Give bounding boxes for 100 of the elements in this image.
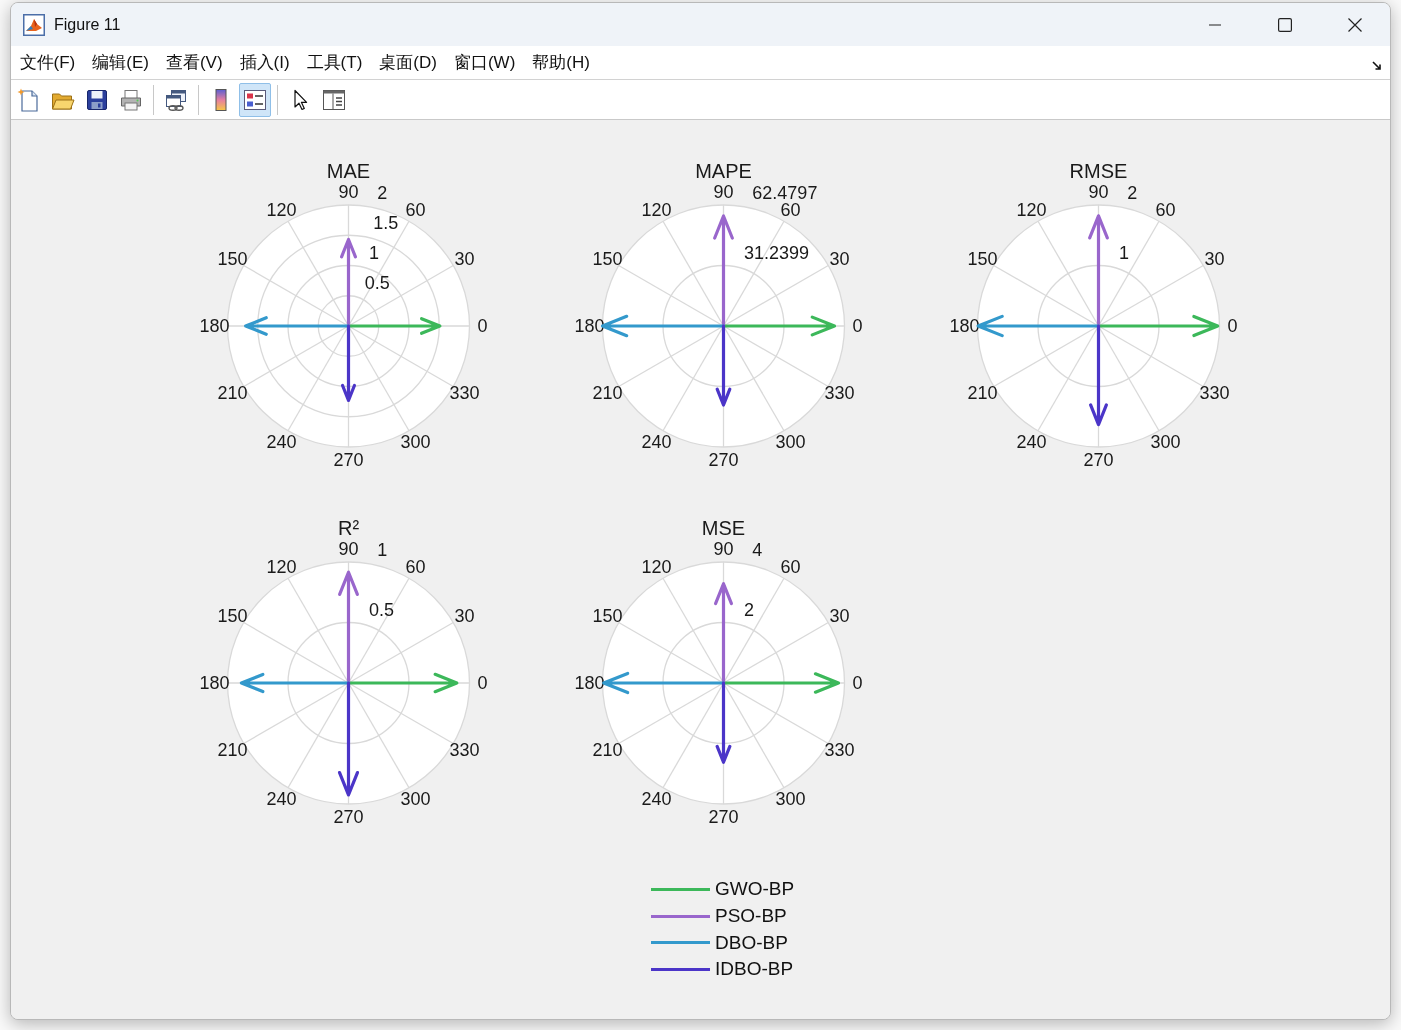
legend-label: DBO-BP (715, 931, 788, 954)
angle-label: 0 (477, 673, 488, 693)
angle-label: 120 (641, 199, 672, 220)
angle-label: 60 (405, 556, 426, 577)
angle-label: 330 (824, 740, 855, 760)
angle-label: 30 (829, 249, 850, 269)
chart-title: MAE (326, 160, 371, 182)
angle-label: 90 (713, 182, 734, 202)
angle-label: 120 (266, 199, 297, 220)
menu-item[interactable]: 文件(F) (11, 49, 84, 76)
angle-label: 0 (477, 316, 488, 336)
angle-label: 180 (574, 673, 605, 693)
radius-label: 0.5 (368, 600, 394, 621)
angle-label: 0 (1227, 316, 1238, 336)
radius-label: 1 (1118, 243, 1129, 264)
angle-label: 60 (1155, 199, 1176, 220)
angle-label: 270 (333, 807, 364, 827)
angle-label: 90 (1088, 182, 1109, 202)
angle-label: 330 (449, 740, 480, 760)
save-icon (85, 87, 109, 112)
angle-label: 300 (400, 432, 431, 453)
angle-label: 180 (574, 316, 605, 336)
linked-windows-icon (164, 87, 188, 112)
angle-label: 30 (829, 606, 850, 626)
angle-label: 180 (949, 316, 980, 336)
angle-label: 210 (592, 740, 623, 760)
radius-label: 1.5 (373, 213, 399, 234)
legend-label: PSO-BP (715, 905, 787, 928)
window-title: Figure 11 (54, 15, 121, 34)
chart-title: MSE (701, 517, 746, 539)
angle-label: 240 (266, 789, 297, 810)
radius-label: 0.5 (364, 273, 390, 294)
angle-label: 330 (1199, 383, 1230, 403)
menu-item[interactable]: 编辑(E) (83, 49, 158, 76)
angle-label: 150 (217, 606, 248, 626)
chart-title: RMSE (1069, 160, 1128, 182)
minimize-icon (1209, 23, 1221, 26)
angle-label: 0 (852, 316, 863, 336)
angle-label: 240 (266, 432, 297, 453)
menu-item[interactable]: 插入(I) (231, 49, 299, 76)
diagonal-arrow-icon[interactable] (1372, 60, 1382, 71)
peak-logo-icon (23, 13, 45, 36)
angle-label: 210 (967, 383, 998, 403)
angle-label: 30 (454, 606, 475, 626)
angle-label: 180 (199, 673, 230, 693)
radius-label: 2 (377, 183, 388, 204)
angle-label: 270 (333, 450, 364, 470)
angle-label: 150 (592, 606, 623, 626)
angle-label: 120 (1016, 199, 1047, 220)
angle-label: 240 (641, 432, 672, 453)
panel-icon (322, 87, 346, 112)
angle-label: 60 (780, 556, 801, 577)
angle-label: 30 (1204, 249, 1225, 269)
angle-label: 210 (217, 740, 248, 760)
angle-label: 210 (217, 383, 248, 403)
printer-icon (119, 87, 143, 112)
angle-label: 120 (266, 556, 297, 577)
legend-label: GWO-BP (715, 878, 795, 901)
angle-label: 60 (405, 199, 426, 220)
legend-icon (243, 87, 267, 112)
angle-label: 300 (1150, 432, 1181, 453)
radius-label: 2 (1127, 183, 1138, 204)
legend-label: IDBO-BP (715, 958, 794, 981)
angle-label: 30 (454, 249, 475, 269)
angle-label: 270 (1083, 450, 1114, 470)
angle-label: 270 (708, 807, 739, 827)
angle-label: 270 (708, 450, 739, 470)
angle-label: 300 (775, 789, 806, 810)
angle-label: 330 (449, 383, 480, 403)
radius-label: 1 (377, 540, 388, 561)
close-icon (1348, 17, 1362, 32)
angle-label: 300 (775, 432, 806, 453)
angle-label: 150 (592, 249, 623, 269)
angle-label: 150 (217, 249, 248, 269)
angle-label: 330 (824, 383, 855, 403)
angle-label: 210 (592, 383, 623, 403)
new-file-icon (17, 87, 41, 112)
maximize-icon (1278, 17, 1292, 32)
angle-label: 240 (641, 789, 672, 810)
legend-button[interactable] (239, 82, 271, 117)
angle-label: 90 (713, 539, 734, 559)
menu-item[interactable]: 帮助(H) (523, 49, 599, 76)
radius-label: 4 (752, 540, 763, 561)
angle-label: 300 (400, 789, 431, 810)
chart-title: R² (337, 517, 360, 539)
angle-label: 180 (199, 316, 230, 336)
menu-item[interactable]: 工具(T) (298, 49, 371, 76)
angle-label: 90 (338, 182, 359, 202)
radius-label: 1 (368, 243, 379, 264)
radius-label: 2 (743, 600, 754, 621)
menu-item[interactable]: 查看(V) (157, 49, 232, 76)
angle-label: 90 (338, 539, 359, 559)
angle-label: 150 (967, 249, 998, 269)
angle-label: 120 (641, 556, 672, 577)
angle-label: 0 (852, 673, 863, 693)
radius-label: 31.2399 (743, 243, 809, 264)
menu-item[interactable]: 窗口(W) (445, 49, 524, 76)
chart-title: MAPE (695, 160, 752, 182)
menu-item[interactable]: 桌面(D) (370, 49, 446, 76)
angle-label: 240 (1016, 432, 1047, 453)
